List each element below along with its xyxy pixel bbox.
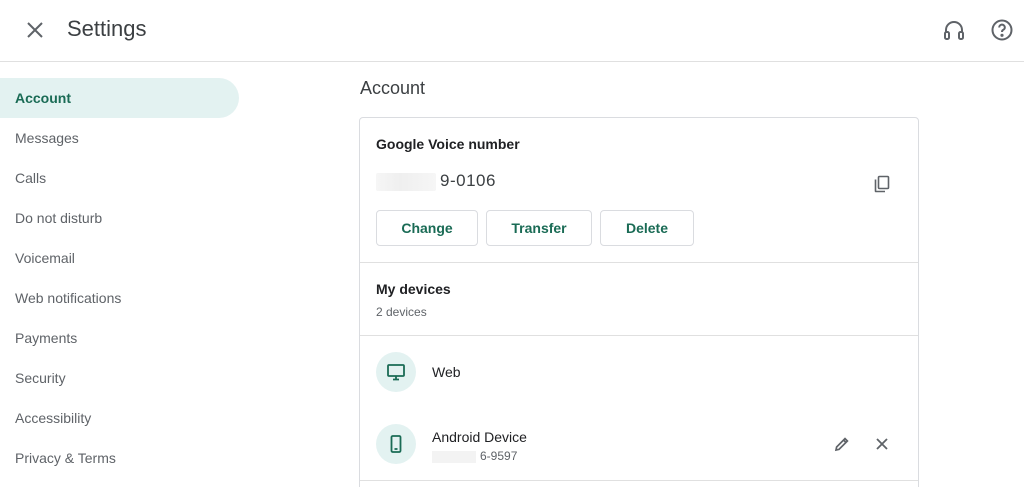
close-icon[interactable] <box>20 15 50 45</box>
voice-number-title: Google Voice number <box>376 136 520 152</box>
headset-icon[interactable] <box>939 15 969 45</box>
my-devices-title: My devices <box>376 281 451 297</box>
sidebar-item-payments[interactable]: Payments <box>0 318 240 358</box>
monitor-icon <box>376 352 416 392</box>
transfer-button[interactable]: Transfer <box>486 210 592 246</box>
device-name: Android Device <box>432 429 527 445</box>
device-count: 2 devices <box>376 305 427 319</box>
voice-number-value: 9-0106 <box>376 171 496 191</box>
sidebar-item-web-notifications[interactable]: Web notifications <box>0 278 240 318</box>
sidebar-item-messages[interactable]: Messages <box>0 118 240 158</box>
divider <box>360 335 918 336</box>
divider <box>360 262 918 263</box>
edit-icon[interactable] <box>828 430 856 458</box>
phone-icon <box>376 424 416 464</box>
section-title: Account <box>360 78 426 98</box>
divider <box>360 480 918 481</box>
delete-button[interactable]: Delete <box>600 210 694 246</box>
page-title: Settings <box>67 16 147 41</box>
help-icon[interactable] <box>987 15 1017 45</box>
sidebar-item-voicemail[interactable]: Voicemail <box>0 238 240 278</box>
settings-sidebar: Account Messages Calls Do not disturb Vo… <box>0 78 240 478</box>
device-number: 6-9597 <box>432 449 517 463</box>
account-card: Google Voice number 9-0106 Change Transf… <box>359 117 919 487</box>
redacted-digits <box>432 450 476 463</box>
device-row-android: Android Device 6-9597 <box>360 416 918 472</box>
sidebar-item-privacy-terms[interactable]: Privacy & Terms <box>0 438 240 478</box>
redacted-digits <box>376 172 436 191</box>
device-name: Web <box>432 364 461 380</box>
sidebar-item-do-not-disturb[interactable]: Do not disturb <box>0 198 240 238</box>
device-row-web: Web <box>360 344 918 400</box>
sidebar-item-calls[interactable]: Calls <box>0 158 240 198</box>
sidebar-item-account[interactable]: Account <box>0 78 239 118</box>
app-header: Settings <box>0 0 1024 62</box>
sidebar-item-accessibility[interactable]: Accessibility <box>0 398 240 438</box>
change-button[interactable]: Change <box>376 210 478 246</box>
copy-icon[interactable] <box>868 170 896 198</box>
remove-icon[interactable] <box>868 430 896 458</box>
sidebar-item-security[interactable]: Security <box>0 358 240 398</box>
